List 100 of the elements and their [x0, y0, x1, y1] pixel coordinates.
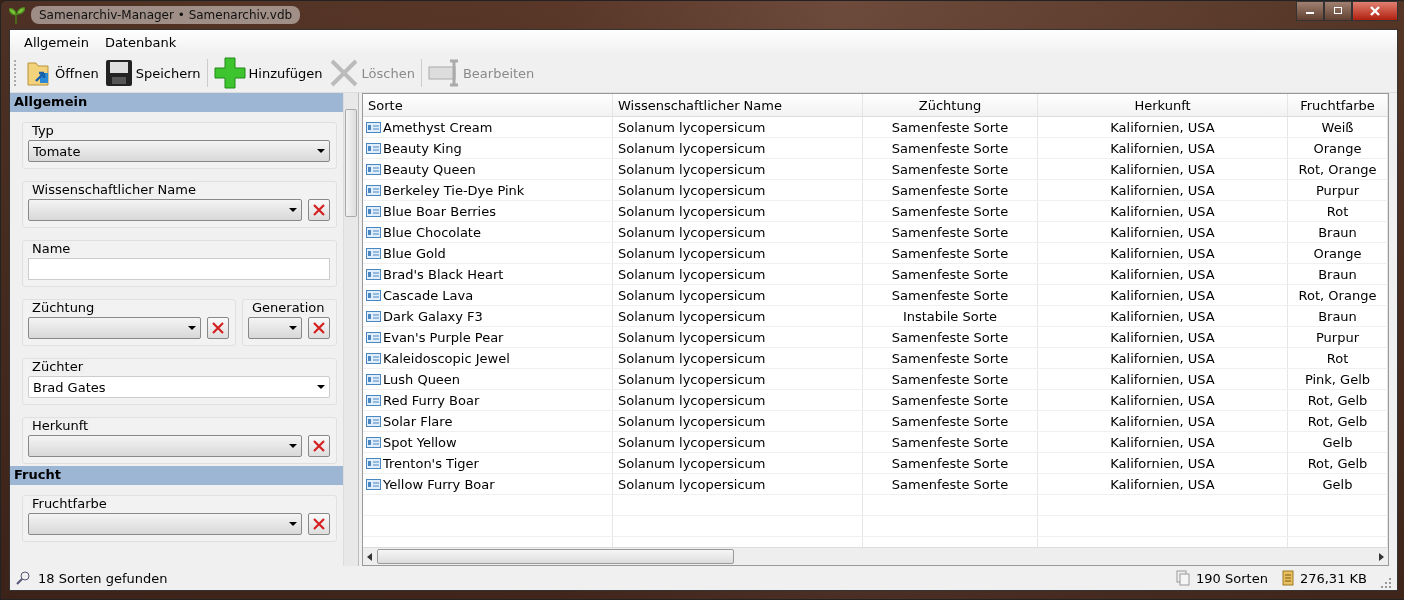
table-cell: Solanum lycopersicum — [613, 453, 863, 473]
table-cell: Solanum lycopersicum — [613, 117, 863, 137]
caret-icon — [289, 208, 297, 212]
horizontal-scrollbar[interactable] — [363, 547, 1388, 565]
table-cell: Dark Galaxy F3 — [383, 308, 483, 324]
toolbar-button[interactable]: Speichern — [102, 59, 203, 87]
clear-button[interactable] — [308, 199, 330, 221]
table-cell: Kalifornien, USA — [1038, 117, 1288, 137]
table-cell: Kalifornien, USA — [1038, 264, 1288, 284]
table-cell: Samenfeste Sorte — [863, 180, 1038, 200]
table-cell: Solanum lycopersicum — [613, 222, 863, 242]
maximize-icon — [1332, 6, 1344, 16]
cross-icon — [312, 517, 326, 531]
toolbar-button[interactable]: Öffnen — [24, 59, 101, 87]
left-arrow-icon[interactable] — [366, 552, 374, 561]
column-header[interactable]: Herkunft — [1038, 94, 1288, 116]
table-cell: Solanum lycopersicum — [613, 138, 863, 158]
table-cell: Berkeley Tie-Dye Pink — [383, 182, 525, 198]
dropdown[interactable] — [28, 199, 302, 221]
column-header[interactable]: Wissenschaftlicher Name — [613, 94, 863, 116]
record-icon — [366, 163, 381, 175]
table-cell: Solanum lycopersicum — [613, 411, 863, 431]
table-cell: Rot — [1288, 348, 1388, 368]
caret-icon — [188, 326, 196, 330]
table-cell: Orange — [1288, 138, 1388, 158]
table-cell: Rot, Gelb — [1288, 453, 1388, 473]
table-cell: Kalifornien, USA — [1038, 201, 1288, 221]
resize-grip-icon[interactable] — [1381, 578, 1391, 588]
table-cell: Pink, Gelb — [1288, 369, 1388, 389]
close-button[interactable] — [1352, 1, 1398, 21]
pages-icon — [1176, 570, 1191, 586]
status-text: 190 Sorten — [1196, 570, 1268, 586]
caret-icon — [317, 385, 325, 389]
table-cell: Samenfeste Sorte — [863, 348, 1038, 368]
record-icon — [366, 457, 381, 469]
table-cell: Samenfeste Sorte — [863, 159, 1038, 179]
table-cell: Trenton's Tiger — [383, 455, 479, 471]
record-icon — [366, 394, 381, 406]
text-field[interactable] — [28, 258, 330, 280]
table-cell: Samenfeste Sorte — [863, 222, 1038, 242]
record-icon — [366, 205, 381, 217]
status-text: 18 Sorten gefunden — [38, 570, 168, 586]
table-cell: Kalifornien, USA — [1038, 348, 1288, 368]
combo-field[interactable]: Brad Gates — [28, 376, 330, 398]
table-cell: Samenfeste Sorte — [863, 264, 1038, 284]
column-header[interactable]: Fruchtfarbe — [1288, 94, 1388, 116]
menu-item[interactable]: Datenbank — [98, 32, 183, 52]
table-cell: Solanum lycopersicum — [613, 180, 863, 200]
plus-icon — [213, 57, 246, 89]
column-header[interactable]: Züchtung — [863, 94, 1038, 116]
table-cell: Rot — [1288, 201, 1388, 221]
table-cell: Kalifornien, USA — [1038, 222, 1288, 242]
table-cell: Samenfeste Sorte — [863, 369, 1038, 389]
table-cell: Yellow Furry Boar — [383, 476, 495, 492]
table-cell: Spot Yellow — [383, 434, 457, 450]
table-cell: Red Furry Boar — [383, 392, 480, 408]
dropdown[interactable] — [248, 317, 302, 339]
field-label: Herkunft — [30, 418, 91, 433]
table-cell: Samenfeste Sorte — [863, 432, 1038, 452]
clear-button[interactable] — [308, 435, 330, 457]
table-cell: Samenfeste Sorte — [863, 453, 1038, 473]
minimize-button[interactable] — [1296, 1, 1324, 21]
table-cell: Braun — [1288, 222, 1388, 242]
vertical-scrollbar[interactable] — [343, 93, 358, 566]
menu-item[interactable]: Allgemein — [18, 32, 95, 52]
table-cell: Kalifornien, USA — [1038, 432, 1288, 452]
sprout-icon — [9, 6, 25, 24]
maximize-button[interactable] — [1324, 1, 1352, 21]
table-cell: Samenfeste Sorte — [863, 285, 1038, 305]
right-arrow-icon[interactable] — [1377, 552, 1385, 561]
clear-button[interactable] — [308, 317, 330, 339]
table-cell: Kalifornien, USA — [1038, 474, 1288, 494]
clear-button[interactable] — [308, 513, 330, 535]
dropdown[interactable] — [28, 435, 302, 457]
toolbar-button[interactable]: Hinzufügen — [211, 57, 325, 89]
record-icon — [366, 247, 381, 259]
table-cell: Samenfeste Sorte — [863, 411, 1038, 431]
table-cell: Rot, Gelb — [1288, 411, 1388, 431]
status-text: 276,31 KB — [1299, 570, 1367, 586]
table-cell: Beauty Queen — [383, 161, 476, 177]
dropdown[interactable]: Tomate — [28, 140, 330, 162]
dropdown[interactable] — [28, 317, 201, 339]
clear-button[interactable] — [207, 317, 229, 339]
column-header[interactable]: Sorte — [363, 94, 613, 116]
field-label: Wissenschaftlicher Name — [30, 182, 198, 197]
caret-icon — [289, 522, 297, 526]
record-icon — [366, 331, 381, 343]
table-cell: Solanum lycopersicum — [613, 432, 863, 452]
dropdown[interactable] — [28, 513, 302, 535]
table-cell: Braun — [1288, 306, 1388, 326]
record-icon — [366, 478, 381, 490]
record-icon — [366, 352, 381, 364]
record-icon — [366, 436, 381, 448]
table-cell: Evan's Purple Pear — [383, 329, 504, 345]
cross-icon — [312, 439, 326, 453]
table-cell: Kalifornien, USA — [1038, 306, 1288, 326]
table-cell: Rot, Gelb — [1288, 390, 1388, 410]
table-cell: Kalifornien, USA — [1038, 159, 1288, 179]
field-label: Name — [30, 241, 73, 256]
record-icon — [366, 289, 381, 301]
